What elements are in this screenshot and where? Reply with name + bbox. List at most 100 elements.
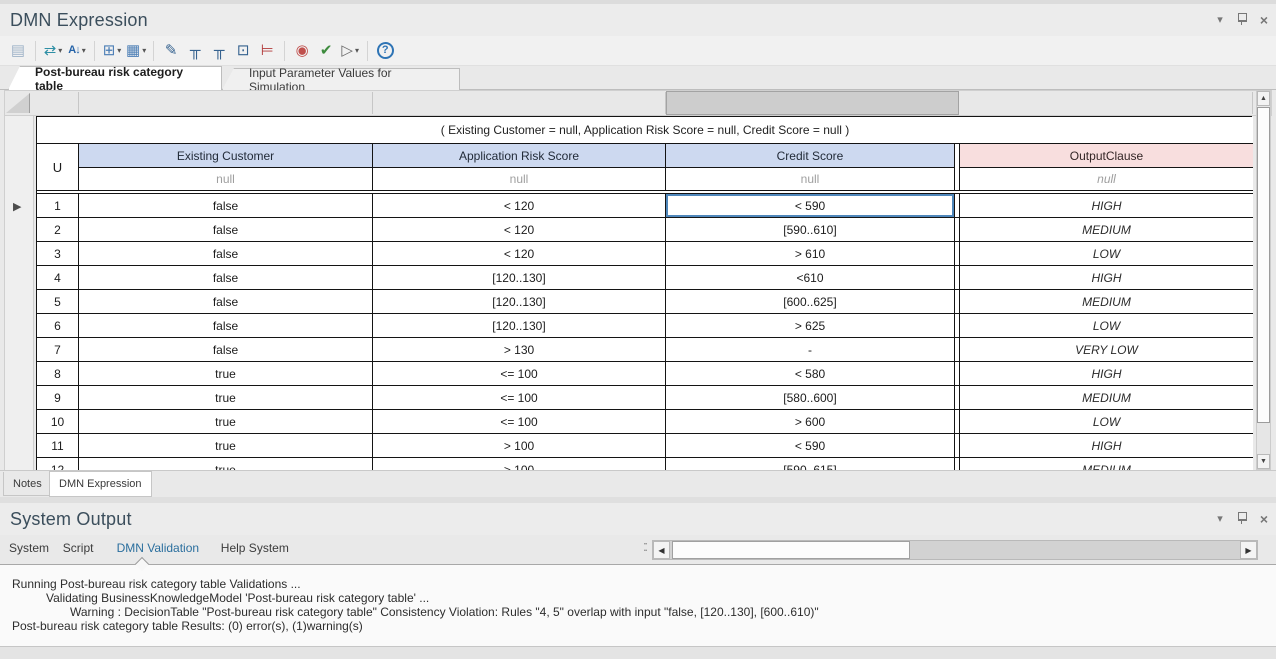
rule-number[interactable]: 8 bbox=[37, 362, 79, 386]
rule-input-cell[interactable]: [120..130] bbox=[373, 290, 666, 314]
rule-output-cell[interactable]: LOW bbox=[959, 410, 1253, 434]
bottom-tab-notes[interactable]: Notes bbox=[3, 472, 52, 496]
rule-input-cell[interactable]: < 120 bbox=[373, 218, 666, 242]
validate-button[interactable]: ✔ bbox=[314, 39, 338, 63]
bottom-tab-dmn-expression[interactable]: DMN Expression bbox=[49, 471, 152, 497]
parameter-value-cell[interactable]: null bbox=[373, 168, 666, 190]
row-gutter[interactable] bbox=[4, 116, 34, 470]
rule-input-cell[interactable]: <= 100 bbox=[373, 362, 666, 386]
rule-output-cell[interactable]: MEDIUM bbox=[959, 458, 1253, 470]
rule-output-cell[interactable]: VERY LOW bbox=[959, 338, 1253, 362]
simulate-button[interactable]: ◉ bbox=[290, 39, 314, 63]
parameter-value-cell[interactable]: null bbox=[79, 168, 373, 190]
rule-input-cell[interactable]: [120..130] bbox=[373, 314, 666, 338]
doc-tab-decision-table[interactable]: Post-bureau risk category table bbox=[8, 66, 222, 90]
column-header-segment[interactable] bbox=[79, 92, 373, 114]
rule-input-cell[interactable]: > 600 bbox=[666, 410, 955, 434]
rule-number[interactable]: 11 bbox=[37, 434, 79, 458]
rule-output-cell[interactable]: LOW bbox=[959, 314, 1253, 338]
rule-input-cell[interactable]: false bbox=[79, 218, 373, 242]
scroll-down-icon[interactable]: ▼ bbox=[1257, 454, 1270, 469]
rule-number[interactable]: 12 bbox=[37, 458, 79, 470]
scroll-right-icon[interactable]: ▶ bbox=[1240, 541, 1257, 559]
rule-input-cell[interactable]: [120..130] bbox=[373, 266, 666, 290]
dock-grip-icon[interactable]: ⁚⁚ bbox=[643, 541, 646, 554]
chevron-down-icon[interactable]: ▾ bbox=[58, 46, 62, 55]
rule-output-cell[interactable]: LOW bbox=[959, 242, 1253, 266]
rule-input-cell[interactable]: false bbox=[79, 266, 373, 290]
rule-input-cell[interactable]: < 120 bbox=[373, 242, 666, 266]
parameter-value-cell[interactable]: null bbox=[666, 168, 955, 190]
column-header-existing-customer[interactable]: Existing Customer bbox=[79, 144, 373, 168]
rule-output-cell[interactable]: MEDIUM bbox=[959, 290, 1253, 314]
rule-input-cell[interactable]: <610 bbox=[666, 266, 955, 290]
run-button[interactable]: ▷▾ bbox=[338, 39, 362, 63]
rule-input-cell[interactable]: true bbox=[79, 434, 373, 458]
horizontal-scroll-thumb[interactable] bbox=[672, 541, 910, 559]
rule-input-cell[interactable]: true bbox=[79, 362, 373, 386]
rule-input-cell[interactable]: false bbox=[79, 338, 373, 362]
rule-input-cell[interactable]: [600..625] bbox=[666, 290, 955, 314]
edit-decision-table-button[interactable]: ✎ bbox=[159, 39, 183, 63]
rule-input-cell[interactable]: - bbox=[666, 338, 955, 362]
vertical-scrollbar[interactable]: ▲ ▼ bbox=[1256, 90, 1271, 470]
hit-policy-cell[interactable]: U bbox=[37, 144, 79, 190]
chevron-down-icon[interactable]: ▾ bbox=[355, 46, 359, 55]
rule-input-cell[interactable]: true bbox=[79, 458, 373, 470]
rule-input-cell[interactable]: false bbox=[79, 194, 373, 218]
merge-cells-button[interactable]: ⊨ bbox=[255, 39, 279, 63]
rule-output-cell[interactable]: HIGH bbox=[959, 434, 1253, 458]
rule-number[interactable]: 10 bbox=[37, 410, 79, 434]
rule-input-cell[interactable]: <= 100 bbox=[373, 386, 666, 410]
output-panel-pin-icon[interactable] bbox=[1237, 512, 1246, 527]
column-header-segment[interactable] bbox=[373, 92, 666, 114]
rule-output-cell[interactable]: HIGH bbox=[959, 266, 1253, 290]
rule-input-cell[interactable]: false bbox=[79, 242, 373, 266]
selected-cell[interactable]: < 590 bbox=[666, 194, 955, 218]
chevron-down-icon[interactable]: ▾ bbox=[117, 46, 121, 55]
rule-input-cell[interactable]: [590..610] bbox=[666, 218, 955, 242]
add-input-column-button[interactable]: ╥ bbox=[183, 39, 207, 63]
rule-output-cell[interactable]: MEDIUM bbox=[959, 386, 1253, 410]
column-header-application-risk-score[interactable]: Application Risk Score bbox=[373, 144, 666, 168]
rule-output-cell[interactable]: MEDIUM bbox=[959, 218, 1253, 242]
dmn-panel-close-icon[interactable]: × bbox=[1260, 13, 1268, 27]
rule-input-cell[interactable]: > 130 bbox=[373, 338, 666, 362]
column-header-credit-score[interactable]: Credit Score bbox=[666, 144, 955, 168]
output-panel-close-icon[interactable]: × bbox=[1260, 512, 1268, 526]
edit-rule-button[interactable]: ⊡ bbox=[231, 39, 255, 63]
column-header-output-clause[interactable]: OutputClause bbox=[959, 144, 1253, 168]
grid-style-button[interactable]: ▦▾ bbox=[124, 39, 148, 63]
output-tab-help-system[interactable]: Help System bbox=[221, 541, 289, 555]
dmn-panel-pin-icon[interactable] bbox=[1237, 13, 1246, 28]
chevron-down-icon[interactable]: ▾ bbox=[82, 46, 86, 55]
horizontal-scrollbar[interactable]: ◀ ▶ bbox=[652, 540, 1258, 560]
rule-input-cell[interactable]: > 100 bbox=[373, 458, 666, 470]
table-layout-button[interactable]: ⊞▾ bbox=[100, 39, 124, 63]
scroll-left-icon[interactable]: ◀ bbox=[653, 541, 670, 559]
output-tab-script[interactable]: Script bbox=[63, 541, 94, 555]
auto-arrange-button[interactable]: ⇄▾ bbox=[41, 39, 65, 63]
rule-number[interactable]: 6 bbox=[37, 314, 79, 338]
rule-input-cell[interactable]: false bbox=[79, 314, 373, 338]
rule-input-cell[interactable]: < 590 bbox=[666, 434, 955, 458]
output-tab-dmn-validation[interactable]: DMN Validation bbox=[117, 541, 199, 555]
rule-number[interactable]: 4 bbox=[37, 266, 79, 290]
rule-number[interactable]: 3 bbox=[37, 242, 79, 266]
rule-input-cell[interactable]: false bbox=[79, 290, 373, 314]
rule-input-cell[interactable]: [580..600] bbox=[666, 386, 955, 410]
add-output-column-button[interactable]: ╥ bbox=[207, 39, 231, 63]
rule-input-cell[interactable]: true bbox=[79, 386, 373, 410]
rule-number[interactable]: 5 bbox=[37, 290, 79, 314]
rule-input-cell[interactable]: < 120 bbox=[373, 194, 666, 218]
vertical-scroll-thumb[interactable] bbox=[1257, 107, 1270, 423]
column-header-segment[interactable] bbox=[37, 92, 79, 114]
selected-column-indicator[interactable] bbox=[666, 91, 959, 115]
rule-input-cell[interactable]: true bbox=[79, 410, 373, 434]
rule-input-cell[interactable]: [590..615] bbox=[666, 458, 955, 470]
save-button[interactable]: ▤ bbox=[6, 39, 30, 63]
output-panel-menu-icon[interactable]: ▾ bbox=[1217, 514, 1223, 525]
rule-input-cell[interactable]: > 625 bbox=[666, 314, 955, 338]
rule-input-cell[interactable]: > 100 bbox=[373, 434, 666, 458]
rule-input-cell[interactable]: > 610 bbox=[666, 242, 955, 266]
